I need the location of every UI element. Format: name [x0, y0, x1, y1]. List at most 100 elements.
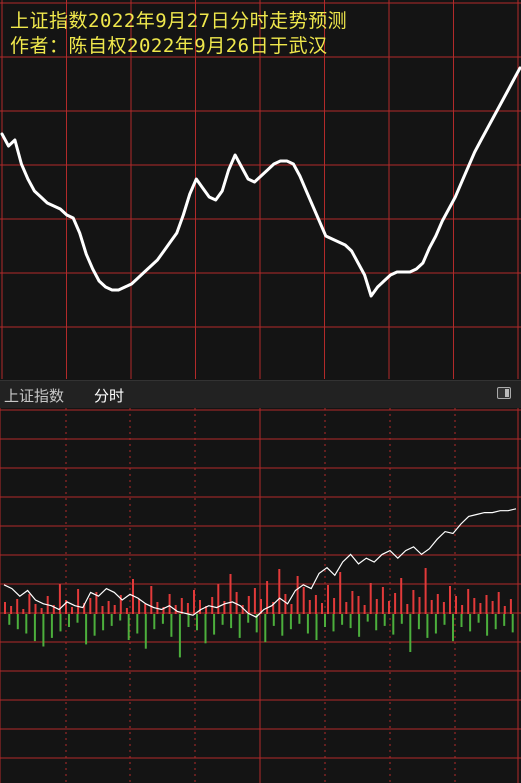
volume-bar-down: [144, 614, 147, 649]
volume-bar-up: [491, 601, 494, 614]
volume-bar-down: [434, 614, 437, 634]
volume-bar-down: [85, 614, 88, 645]
timeshare-tab[interactable]: 分时: [94, 385, 124, 406]
volume-bar-down: [341, 614, 344, 625]
volume-bar-up: [479, 603, 482, 614]
volume-bar-down: [33, 614, 36, 642]
volume-bar-down: [511, 614, 514, 633]
volume-bar-up: [144, 604, 147, 614]
volume-bar-down: [392, 614, 395, 635]
volume-bar-down: [59, 614, 62, 632]
volume-bar-down: [375, 614, 378, 631]
volume-bar-down: [426, 614, 429, 638]
volume-bar-up: [113, 605, 116, 614]
volume-bar-up: [22, 609, 25, 614]
volume-bar-down: [178, 614, 181, 658]
volume-bar-up: [485, 595, 488, 614]
panel-header: 上证指数 分时: [0, 380, 521, 409]
volume-bar-up: [34, 604, 37, 614]
volume-bar-down: [324, 614, 326, 627]
volume-bar-up: [278, 569, 281, 614]
volume-bar-down: [486, 614, 489, 636]
volume-bar-up: [442, 602, 445, 614]
volume-bar-up: [345, 602, 348, 614]
volume-bar-up: [217, 584, 220, 614]
volume-bar-up: [321, 603, 323, 614]
volume-bar-down: [494, 614, 497, 630]
volume-bar-down: [272, 614, 275, 626]
volume-bar-up: [138, 599, 141, 614]
chart-author-line: 作者：陈自权2022年9月26日于武汉: [10, 35, 328, 57]
volume-bar-down: [306, 614, 309, 634]
volume-bar-down: [136, 614, 139, 634]
volume-bar-down: [452, 614, 454, 642]
volume-bar-up: [302, 587, 305, 614]
volume-bar-up: [308, 600, 311, 614]
volume-bar-down: [25, 614, 28, 634]
volume-bar-up: [412, 590, 415, 614]
volume-bar-down: [332, 614, 335, 632]
volume-bar-down: [358, 614, 361, 637]
volume-bar-up: [193, 590, 195, 614]
volume-bar-up: [333, 598, 336, 614]
window-toggle-icon[interactable]: [497, 387, 511, 399]
volume-bar-down: [443, 614, 446, 625]
volume-bar-down: [469, 614, 472, 632]
volume-bar-down: [196, 614, 198, 631]
volume-bar-down: [349, 614, 352, 629]
volume-bar-up: [125, 608, 128, 614]
volume-bar-down: [281, 614, 284, 636]
volume-bar-up: [290, 604, 293, 614]
volume-bar-up: [101, 606, 104, 614]
volume-bar-up: [199, 600, 201, 614]
volume-bar-up: [406, 604, 409, 614]
volume-bar-up: [369, 583, 372, 614]
volume-bar-up: [4, 602, 6, 614]
volume-bar-down: [76, 614, 79, 623]
volume-bar-up: [77, 589, 80, 614]
volume-bar-down: [170, 614, 173, 637]
volume-bar-down: [238, 614, 241, 638]
volume-bar-up: [28, 594, 31, 614]
chart-title: 上证指数2022年9月27日分时走势预测: [10, 10, 348, 32]
volume-bar-up: [400, 578, 403, 614]
volume-bar-down: [16, 614, 19, 630]
volume-bar-down: [204, 614, 207, 644]
volume-bar-down: [213, 614, 216, 635]
volume-bar-down: [289, 614, 292, 630]
volume-bar-up: [71, 607, 73, 614]
volume-bar-up: [223, 601, 226, 614]
volume-bar-down: [477, 614, 480, 623]
volume-bar-down: [42, 614, 45, 647]
volume-bar-down: [460, 614, 463, 627]
volume-bar-down: [409, 614, 412, 652]
volume-bar-up: [296, 576, 299, 614]
volume-bar-up: [357, 596, 360, 614]
volume-bar-up: [461, 605, 464, 614]
volume-bar-up: [180, 598, 183, 614]
volume-bar-up: [150, 586, 153, 614]
volume-bar-up: [351, 591, 354, 614]
volume-bar-up: [266, 581, 269, 614]
volume-bar-up: [394, 593, 397, 614]
volume-bar-up: [473, 598, 476, 614]
volume-bar-up: [211, 597, 214, 614]
volume-bar-up: [16, 599, 19, 614]
volume-bar-up: [10, 606, 13, 614]
volume-bar-down: [221, 614, 224, 625]
volume-bar-down: [298, 614, 301, 624]
volume-bar-down: [417, 614, 420, 630]
volume-bar-down: [366, 614, 369, 622]
volume-bar-up: [424, 568, 427, 614]
volume-bar-down: [110, 614, 113, 626]
volume-bar-down: [119, 614, 122, 621]
index-name-label[interactable]: 上证指数: [4, 385, 64, 406]
volume-bar-up: [327, 585, 329, 614]
volume-bar-up: [253, 588, 256, 614]
volume-bar-down: [264, 614, 267, 643]
volume-bar-up: [89, 598, 92, 614]
volume-bar-down: [50, 614, 53, 638]
volume-bar-down: [503, 614, 506, 626]
volume-bar-up: [449, 586, 451, 614]
intraday-chart: [0, 408, 521, 783]
